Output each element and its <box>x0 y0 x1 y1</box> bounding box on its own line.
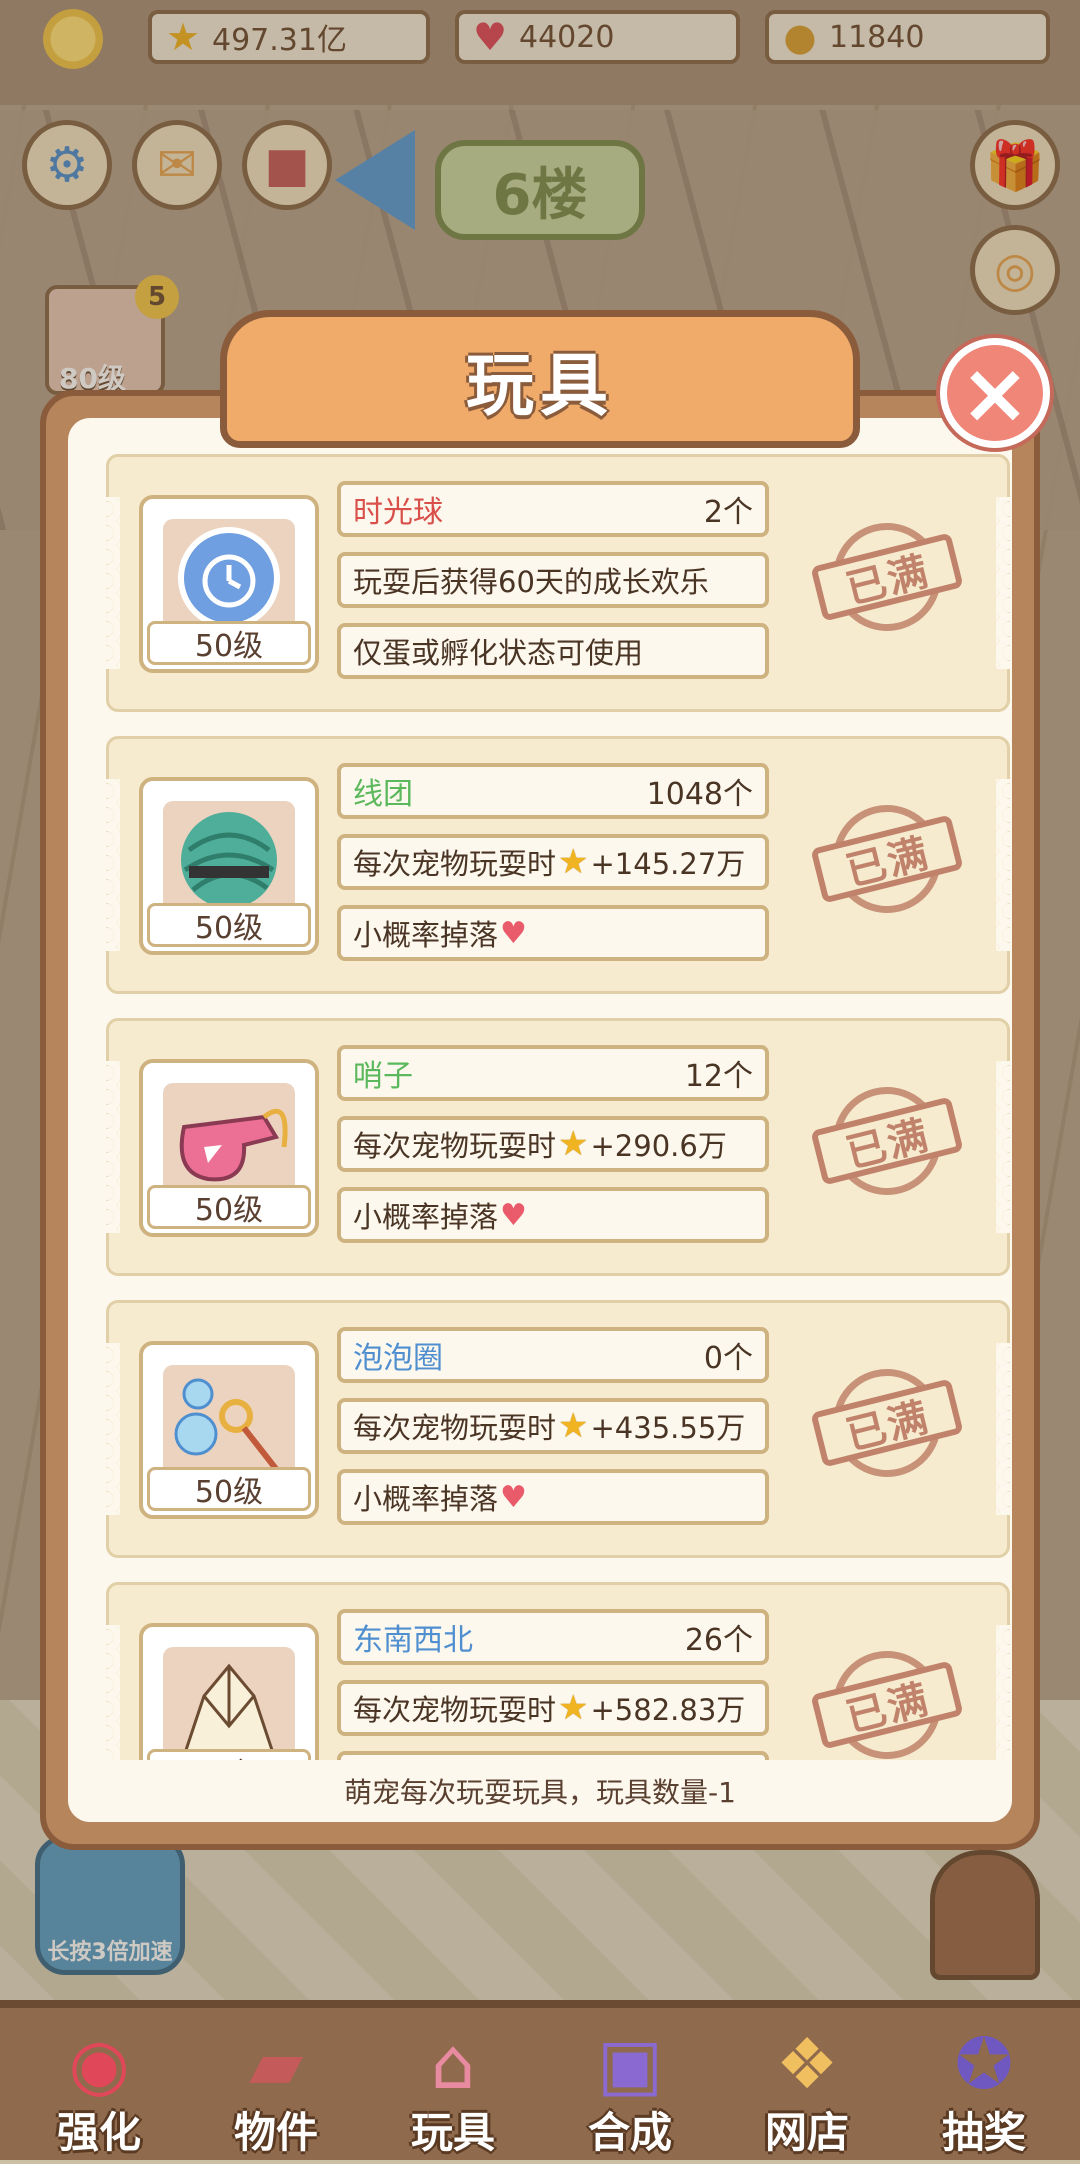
toy-effect-value: +145.27万 <box>590 847 746 881</box>
toy-name: 东南西北 <box>353 1623 473 1658</box>
toy-level: 50级 <box>147 1185 311 1229</box>
clock-orb-icon <box>163 519 295 637</box>
toy-count: 26个 <box>684 1623 753 1658</box>
toy-effect-prefix: 每次宠物玩耍时 <box>353 1411 557 1445</box>
heart-drop-icon: ♥ <box>500 915 527 951</box>
bottom-nav: ◉ 强化 ▰ 物件 ⌂ 玩具 ▣ 合成 ❖ 网店 ✪ 抽奖 <box>0 2000 1080 2160</box>
nav-label: 物件 <box>233 2108 318 2157</box>
star-icon: ★ <box>558 1406 589 1446</box>
toy-thumbnail: 50级 <box>139 777 319 955</box>
toy-thumbnail: 50级 <box>139 1623 319 1772</box>
toy-name-row: 哨子 12个 <box>337 1045 769 1101</box>
full-stamp: 已满 <box>804 789 970 929</box>
toy-name: 哨子 <box>353 1059 413 1094</box>
close-icon: × <box>959 344 1031 442</box>
toy-effect-value: +435.55万 <box>590 1411 746 1445</box>
toy-effect-value: +290.6万 <box>590 1129 727 1163</box>
nav-label: 玩具 <box>410 2108 495 2157</box>
toy-level: 50级 <box>147 903 311 947</box>
toy-name-row: 线团 1048个 <box>337 763 769 819</box>
nav-item-toy-house[interactable]: ⌂ 玩具 <box>368 2014 538 2164</box>
toy-count: 0个 <box>703 1341 753 1376</box>
star-icon: ★ <box>558 1124 589 1164</box>
nav-item-shop[interactable]: ❖ 网店 <box>722 2014 892 2164</box>
toy-note-row: 小概率掉落 ♥ <box>337 1187 769 1243</box>
nav-item-wheel[interactable]: ✪ 抽奖 <box>899 2014 1069 2164</box>
nav-label: 强化 <box>56 2108 141 2157</box>
whistle-icon <box>163 1083 295 1201</box>
close-button[interactable]: × <box>940 338 1050 448</box>
toy-effect-prefix: 每次宠物玩耍时 <box>353 847 557 881</box>
full-stamp: 已满 <box>804 507 970 647</box>
toy-level: 50级 <box>147 621 311 665</box>
bubble-wand-icon <box>163 1365 295 1483</box>
toy-effect-row: 每次宠物玩耍时 ★ +435.55万 <box>337 1398 769 1454</box>
toy-modal-body: 50级 时光球 2个 玩耍后获得60天的成长欢乐 仅蛋或孵化状态可使用 已满 5… <box>68 418 1012 1822</box>
toy-card[interactable]: 50级 泡泡圈 0个 每次宠物玩耍时 ★ +435.55万 小概率掉落 ♥ 已满 <box>106 1300 1010 1558</box>
toy-note-row: 小概率掉落 ♥ <box>337 905 769 961</box>
toy-card[interactable]: 50级 时光球 2个 玩耍后获得60天的成长欢乐 仅蛋或孵化状态可使用 已满 <box>106 454 1010 712</box>
nav-label: 网店 <box>764 2108 849 2157</box>
toy-effect-text: 玩耍后获得60天的成长欢乐 <box>353 565 709 599</box>
toy-thumbnail: 50级 <box>139 1341 319 1519</box>
nav-item-cards[interactable]: ▣ 合成 <box>545 2014 715 2164</box>
star-icon: ★ <box>558 1688 589 1728</box>
toy-level: 50级 <box>147 1467 311 1511</box>
toy-count: 12个 <box>684 1059 753 1094</box>
nav-label: 合成 <box>587 2108 672 2157</box>
toy-count: 2个 <box>703 495 753 530</box>
toy-thumbnail: 50级 <box>139 495 319 673</box>
toy-name: 线团 <box>353 777 413 812</box>
toy-effect-row: 每次宠物玩耍时 ★ +145.27万 <box>337 834 769 890</box>
toy-name: 泡泡圈 <box>353 1341 443 1376</box>
toy-note-text: 小概率掉落 <box>353 1482 499 1516</box>
toy-effect-prefix: 每次宠物玩耍时 <box>353 1129 557 1163</box>
toy-effect-row: 玩耍后获得60天的成长欢乐 <box>337 552 769 608</box>
toy-card[interactable]: 50级 哨子 12个 每次宠物玩耍时 ★ +290.6万 小概率掉落 ♥ 已满 <box>106 1018 1010 1276</box>
toy-note-row: 仅蛋或孵化状态可使用 <box>337 623 769 679</box>
toy-effect-value: +582.83万 <box>590 1693 746 1727</box>
toy-note-row: 小概率掉落 ♥ <box>337 1469 769 1525</box>
toy-footer-note: 萌宠每次玩耍玩具，玩具数量-1 <box>68 1760 1012 1822</box>
toy-modal: 50级 时光球 2个 玩耍后获得60天的成长欢乐 仅蛋或孵化状态可使用 已满 5… <box>40 390 1040 1850</box>
toy-thumbnail: 50级 <box>139 1059 319 1237</box>
heart-drop-icon: ♥ <box>500 1479 527 1515</box>
nav-label: 抽奖 <box>941 2108 1026 2157</box>
toy-note-text: 小概率掉落 <box>353 1200 499 1234</box>
full-stamp: 已满 <box>804 1071 970 1211</box>
full-stamp: 已满 <box>804 1353 970 1493</box>
toy-effect-row: 每次宠物玩耍时 ★ +582.83万 <box>337 1680 769 1736</box>
toy-card[interactable]: 50级 线团 1048个 每次宠物玩耍时 ★ +145.27万 小概率掉落 ♥ … <box>106 736 1010 994</box>
toy-name-row: 东南西北 26个 <box>337 1609 769 1665</box>
toy-effect-row: 每次宠物玩耍时 ★ +290.6万 <box>337 1116 769 1172</box>
toy-count: 1048个 <box>646 777 753 812</box>
toy-note-text: 仅蛋或孵化状态可使用 <box>353 636 644 670</box>
modal-title-plate: 玩具 <box>220 310 860 448</box>
toy-name: 时光球 <box>353 495 443 530</box>
star-icon: ★ <box>558 842 589 882</box>
modal-title: 玩具 <box>465 346 614 426</box>
toy-effect-prefix: 每次宠物玩耍时 <box>353 1693 557 1727</box>
heart-drop-icon: ♥ <box>500 1197 527 1233</box>
yarn-ball-icon <box>163 801 295 919</box>
toy-note-text: 小概率掉落 <box>353 918 499 952</box>
toy-list[interactable]: 50级 时光球 2个 玩耍后获得60天的成长欢乐 仅蛋或孵化状态可使用 已满 5… <box>106 454 1010 1772</box>
toy-name-row: 时光球 2个 <box>337 481 769 537</box>
paper-fortune-icon <box>163 1647 295 1765</box>
nav-item-piano[interactable]: ▰ 物件 <box>191 2014 361 2164</box>
toy-name-row: 泡泡圈 0个 <box>337 1327 769 1383</box>
nav-item-lollipop[interactable]: ◉ 强化 <box>14 2014 184 2164</box>
toy-card[interactable]: 50级 东南西北 26个 每次宠物玩耍时 ★ +582.83万 已满 <box>106 1582 1010 1772</box>
full-stamp: 已满 <box>804 1635 970 1772</box>
